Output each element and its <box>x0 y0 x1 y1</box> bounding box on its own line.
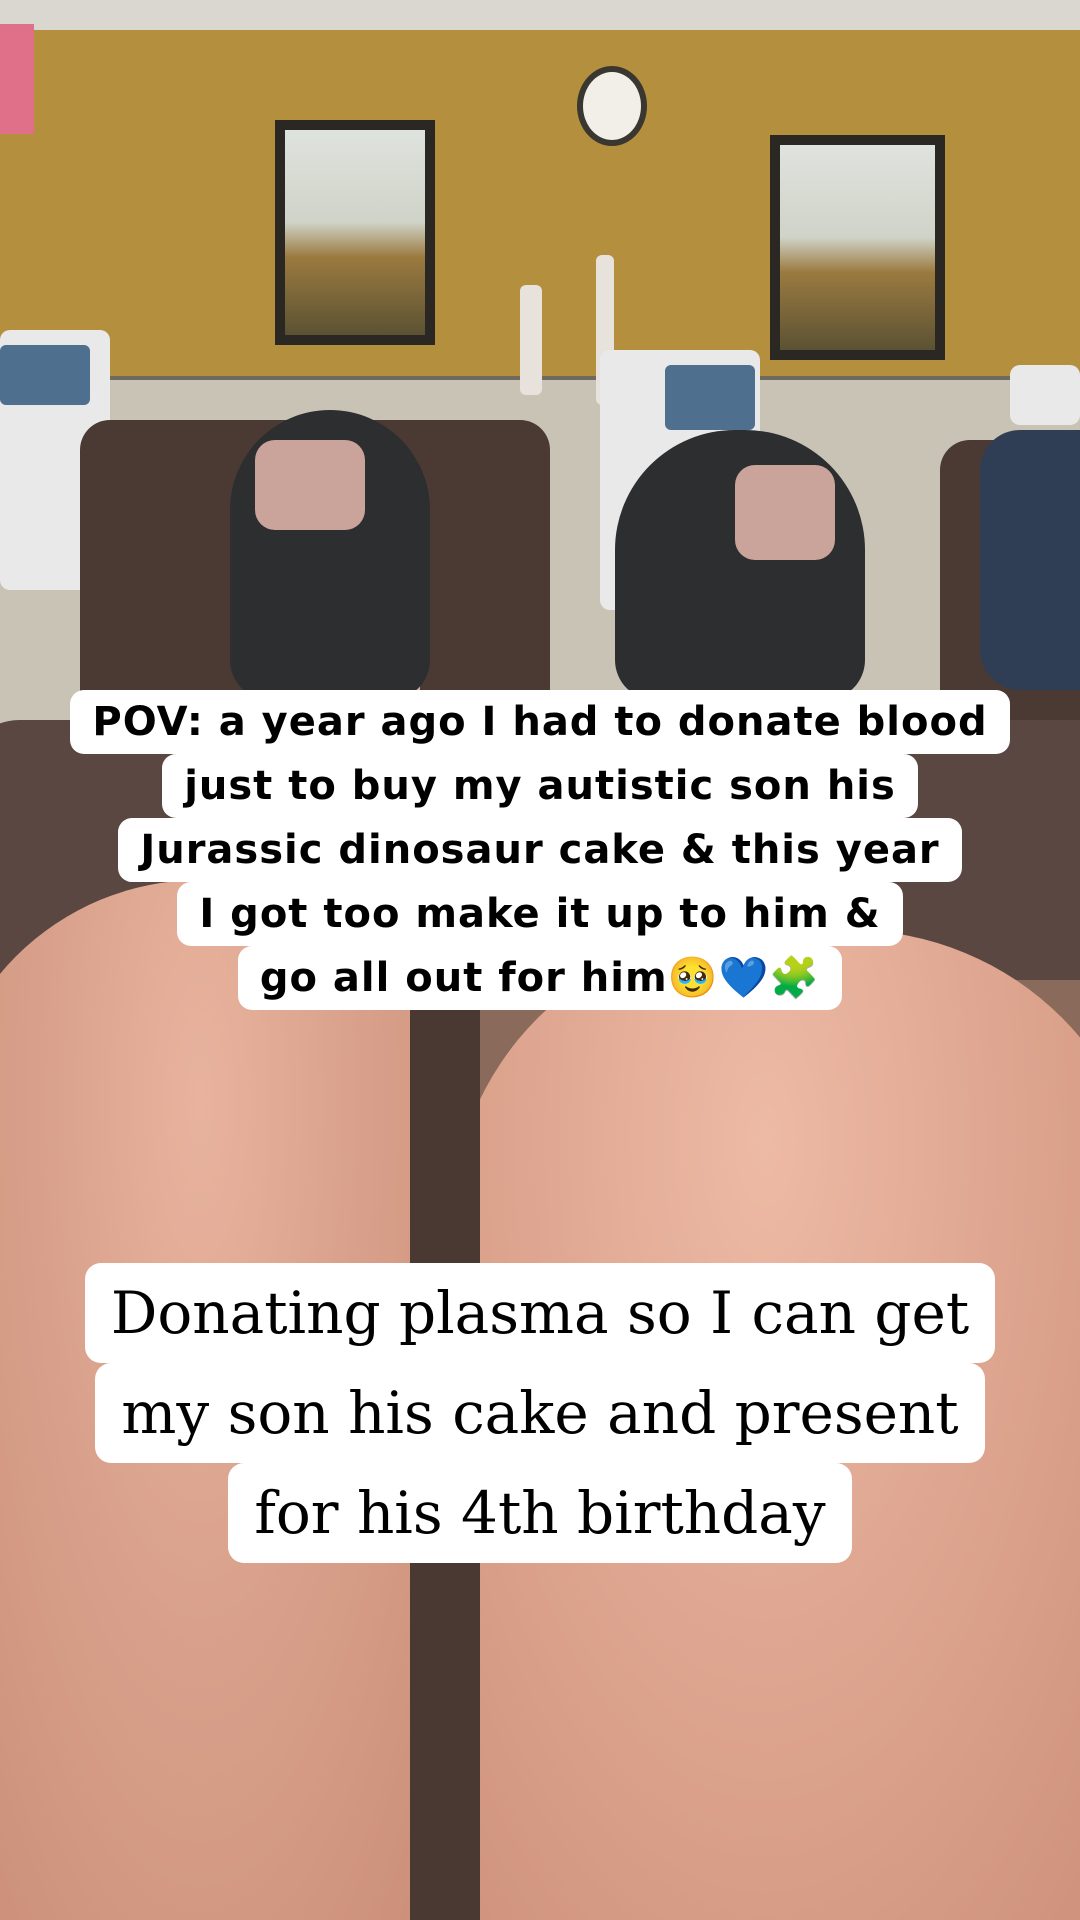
ceiling <box>0 0 1080 30</box>
caption-top-line: I got too make it up to him & <box>177 882 903 946</box>
caption-bottom-line: Donating plasma so I can get <box>84 1263 996 1363</box>
caption-top-line: Jurassic dinosaur cake & this year <box>118 818 962 882</box>
machine-screen <box>0 345 90 405</box>
plasma-machine <box>1010 365 1080 425</box>
left-toes <box>255 440 365 530</box>
caption-top: POV: a year ago I had to donate blood ju… <box>52 690 1028 1010</box>
caption-bottom-line: for his 4th birthday <box>228 1463 852 1563</box>
caption-top-line: just to buy my autistic son his <box>162 754 918 818</box>
framed-picture-right <box>770 135 945 360</box>
caption-bottom: Donating plasma so I can get my son his … <box>60 1263 1020 1563</box>
framed-picture-left <box>275 120 435 345</box>
iv-pole <box>520 285 542 395</box>
pink-sign <box>0 24 34 134</box>
right-toes <box>735 465 835 560</box>
machine-screen <box>665 365 755 430</box>
other-donor <box>980 430 1080 690</box>
caption-top-line: POV: a year ago I had to donate blood <box>70 690 1010 754</box>
caption-bottom-line: my son his cake and present <box>95 1363 985 1463</box>
wall-clock <box>577 66 647 146</box>
caption-top-line: go all out for him🥹💙🧩 <box>237 946 843 1010</box>
